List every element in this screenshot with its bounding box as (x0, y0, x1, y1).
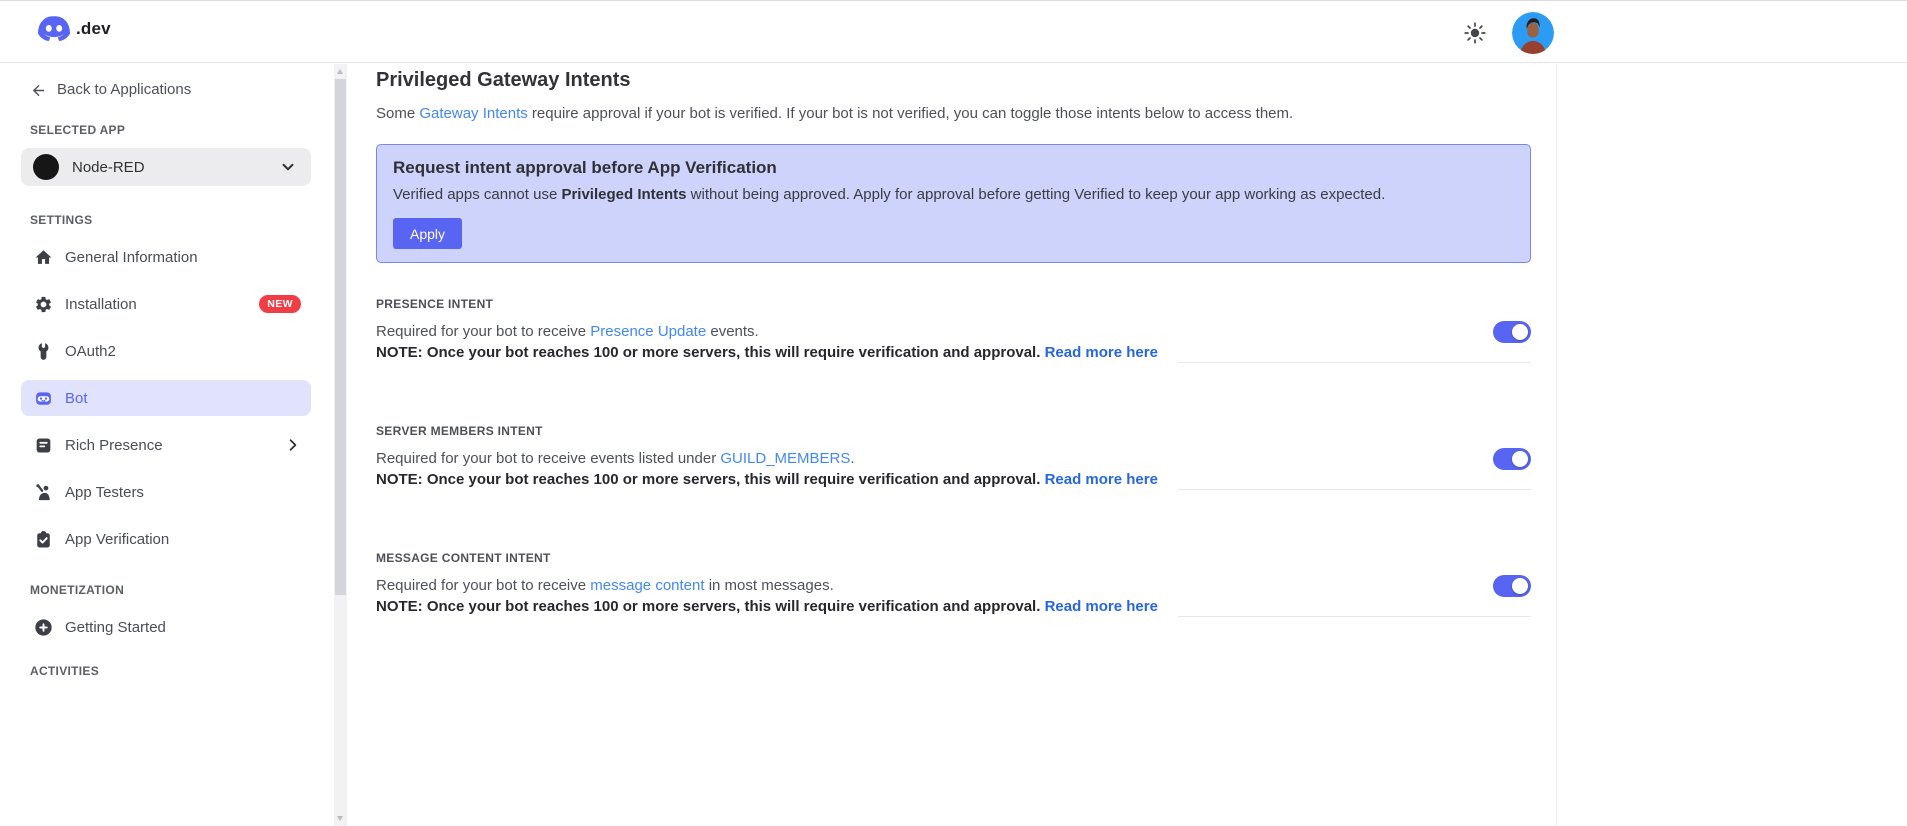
intent-approval-callout: Request intent approval before App Verif… (376, 144, 1531, 263)
settings-nav: General Information Installation NEW OAu… (21, 239, 311, 557)
presence-intent-description: Required for your bot to receive Presenc… (376, 323, 1158, 361)
logo-dev-suffix: .dev (76, 19, 111, 38)
sidebar-scrollbar[interactable] (334, 64, 347, 826)
clipboard-check-icon (34, 530, 53, 549)
main-panel: Privileged Gateway Intents Some Gateway … (347, 64, 1907, 826)
intro-text: Some Gateway Intents require approval if… (376, 105, 1294, 122)
scrollbar-thumb[interactable] (335, 79, 346, 595)
monetization-section-label: MONETIZATION (30, 583, 125, 597)
discord-mascot-icon (36, 15, 72, 43)
user-avatar[interactable] (1512, 11, 1554, 54)
message-content-intent-label: MESSAGE CONTENT INTENT (376, 551, 551, 565)
toggle-knob (1512, 451, 1528, 467)
scrollbar-down-arrow[interactable] (337, 816, 343, 821)
server-members-intent-description: Required for your bot to receive events … (376, 450, 1158, 488)
content-right-divider (1556, 64, 1557, 826)
message-content-link[interactable]: message content (590, 577, 704, 594)
activities-section-label: ACTIVITIES (30, 664, 100, 678)
back-arrow-icon (30, 82, 47, 99)
settings-section-label: SETTINGS (30, 213, 93, 227)
sidebar-item-oauth2[interactable]: OAuth2 (21, 333, 311, 369)
chevron-down-icon (279, 158, 297, 176)
sidebar-item-app-verification[interactable]: App Verification (21, 521, 311, 557)
callout-title: Request intent approval before App Verif… (393, 158, 777, 177)
theme-toggle-sun-icon[interactable] (1462, 20, 1488, 46)
sidebar-item-getting-started[interactable]: Getting Started (21, 609, 311, 645)
page-title: Privileged Gateway Intents (376, 69, 631, 91)
gear-icon (34, 295, 53, 314)
toggle-knob (1512, 324, 1528, 340)
sidebar-item-rich-presence[interactable]: Rich Presence (21, 427, 311, 463)
discord-developer-portal: .dev Back to Applications SELECTED APP N… (0, 0, 1907, 826)
sidebar-item-app-testers[interactable]: App Testers (21, 474, 311, 510)
message-content-intent-description: Required for your bot to receive message… (376, 577, 1158, 615)
back-to-applications-link[interactable]: Back to Applications (30, 81, 302, 99)
callout-body: Verified apps cannot use Privileged Inte… (393, 186, 1386, 203)
sidebar-item-installation[interactable]: Installation NEW (21, 286, 311, 322)
presence-update-link[interactable]: Presence Update (590, 323, 706, 340)
app-avatar (33, 154, 59, 180)
presence-intent-section: PRESENCE INTENT Required for your bot to… (376, 297, 1531, 363)
guild-members-link[interactable]: GUILD_MEMBERS (720, 450, 850, 467)
new-badge: NEW (259, 295, 301, 313)
wrench-icon (34, 342, 53, 361)
pages-icon (34, 436, 53, 455)
home-icon (34, 248, 53, 267)
sidebar: Back to Applications SELECTED APP Node-R… (0, 64, 332, 826)
discord-dev-logo[interactable]: .dev (36, 15, 111, 43)
chevron-right-icon (285, 437, 301, 453)
selected-app-name: Node-RED (72, 158, 145, 176)
presence-intent-toggle[interactable] (1493, 321, 1531, 343)
toggle-knob (1512, 578, 1528, 594)
top-header: .dev (0, 0, 1907, 63)
plus-circle-icon (34, 618, 53, 637)
monetization-nav: Getting Started (21, 609, 311, 645)
read-more-link[interactable]: Read more here (1045, 344, 1158, 361)
bot-icon (34, 389, 53, 408)
sidebar-item-bot[interactable]: Bot (21, 380, 311, 416)
message-content-intent-section: MESSAGE CONTENT INTENT Required for your… (376, 551, 1531, 617)
wave-person-icon (34, 483, 53, 502)
apply-button[interactable]: Apply (393, 218, 463, 249)
read-more-link[interactable]: Read more here (1045, 471, 1158, 488)
presence-intent-label: PRESENCE INTENT (376, 297, 494, 311)
message-content-intent-toggle[interactable] (1493, 575, 1531, 597)
gateway-intents-link[interactable]: Gateway Intents (419, 105, 527, 122)
read-more-link[interactable]: Read more here (1045, 598, 1158, 615)
sidebar-item-general-information[interactable]: General Information (21, 239, 311, 275)
server-members-intent-section: SERVER MEMBERS INTENT Required for your … (376, 424, 1531, 490)
server-members-intent-toggle[interactable] (1493, 448, 1531, 470)
scrollbar-up-arrow[interactable] (337, 69, 343, 74)
server-members-intent-label: SERVER MEMBERS INTENT (376, 424, 543, 438)
selected-app-label: SELECTED APP (30, 123, 126, 137)
app-selector[interactable]: Node-RED (21, 148, 311, 186)
